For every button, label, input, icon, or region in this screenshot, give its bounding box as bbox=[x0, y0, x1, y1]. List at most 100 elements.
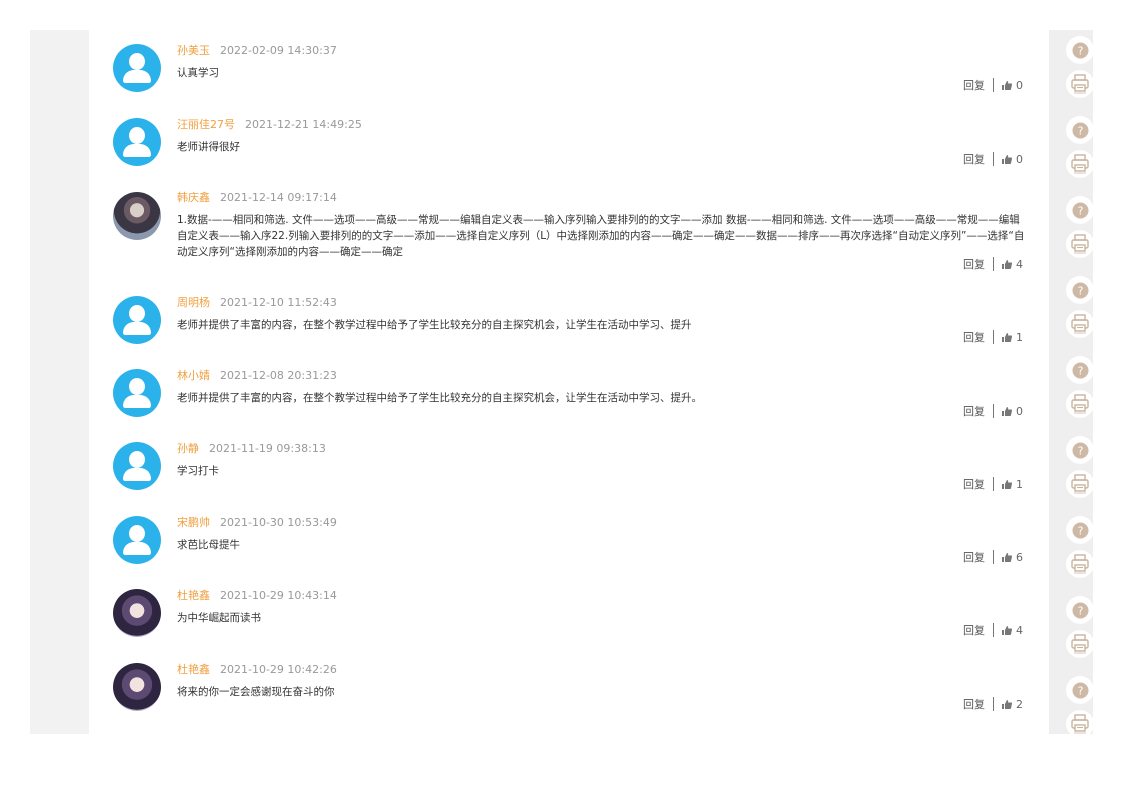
help-icon[interactable]: ? bbox=[1066, 356, 1094, 384]
comment-time: 2022-02-09 14:30:37 bbox=[220, 44, 337, 57]
print-icon[interactable] bbox=[1066, 470, 1094, 498]
avatar[interactable] bbox=[113, 663, 161, 711]
comment-list: 孙美玉 2022-02-09 14:30:37 认真学习 回复 0 汪丽佳27号 20… bbox=[89, 30, 1034, 734]
like-count: 0 bbox=[1016, 78, 1023, 92]
reply-button[interactable]: 回复 bbox=[963, 329, 985, 345]
avatar[interactable] bbox=[113, 589, 161, 637]
svg-text:?: ? bbox=[1077, 124, 1083, 137]
print-icon[interactable] bbox=[1066, 710, 1094, 738]
print-icon[interactable] bbox=[1066, 230, 1094, 258]
reply-button[interactable]: 回复 bbox=[963, 151, 985, 167]
divider bbox=[993, 78, 994, 92]
reply-button[interactable]: 回复 bbox=[963, 549, 985, 565]
avatar[interactable] bbox=[113, 369, 161, 417]
like-count: 0 bbox=[1016, 404, 1023, 418]
divider bbox=[993, 152, 994, 166]
like-count: 1 bbox=[1016, 477, 1023, 491]
comment-time: 2021-10-30 10:53:49 bbox=[220, 516, 337, 529]
comment-text: 老师讲得很好 bbox=[177, 141, 240, 153]
avatar[interactable] bbox=[113, 44, 161, 92]
help-icon[interactable]: ? bbox=[1066, 436, 1094, 464]
comment-time: 2021-12-10 11:52:43 bbox=[220, 296, 337, 309]
like-count: 4 bbox=[1016, 623, 1023, 637]
like-icon[interactable] bbox=[1002, 479, 1012, 489]
like-icon[interactable] bbox=[1002, 552, 1012, 562]
comment-author[interactable]: 汪丽佳27号 bbox=[177, 118, 235, 131]
help-icon[interactable]: ? bbox=[1066, 196, 1094, 224]
comment-time: 2021-12-21 14:49:25 bbox=[245, 118, 362, 131]
comment-time: 2021-10-29 10:42:26 bbox=[220, 663, 337, 676]
avatar[interactable] bbox=[113, 192, 161, 240]
divider bbox=[993, 404, 994, 418]
divider bbox=[993, 330, 994, 344]
like-icon[interactable] bbox=[1002, 80, 1012, 90]
print-icon[interactable] bbox=[1066, 390, 1094, 418]
reply-button[interactable]: 回复 bbox=[963, 403, 985, 419]
like-icon[interactable] bbox=[1002, 332, 1012, 342]
reply-button[interactable]: 回复 bbox=[963, 77, 985, 93]
comment-author[interactable]: 杜艳鑫 bbox=[177, 589, 210, 602]
divider bbox=[993, 477, 994, 491]
divider bbox=[993, 257, 994, 271]
comment-time: 2021-11-19 09:38:13 bbox=[209, 442, 326, 455]
avatar[interactable] bbox=[113, 296, 161, 344]
svg-text:?: ? bbox=[1077, 444, 1083, 457]
side-toolbar: ????????? bbox=[1066, 36, 1094, 738]
help-icon[interactable]: ? bbox=[1066, 676, 1094, 704]
comment-author[interactable]: 周明杨 bbox=[177, 296, 210, 309]
like-icon[interactable] bbox=[1002, 154, 1012, 164]
comment-time: 2021-12-08 20:31:23 bbox=[220, 369, 337, 382]
svg-text:?: ? bbox=[1077, 604, 1083, 617]
comment-author[interactable]: 杜艳鑫 bbox=[177, 663, 210, 676]
like-icon[interactable] bbox=[1002, 625, 1012, 635]
help-icon[interactable]: ? bbox=[1066, 116, 1094, 144]
svg-text:?: ? bbox=[1077, 684, 1083, 697]
help-icon[interactable]: ? bbox=[1066, 516, 1094, 544]
svg-text:?: ? bbox=[1077, 204, 1083, 217]
divider bbox=[993, 697, 994, 711]
svg-text:?: ? bbox=[1077, 44, 1083, 57]
comment-author[interactable]: 韩庆鑫 bbox=[177, 191, 210, 204]
reply-button[interactable]: 回复 bbox=[963, 256, 985, 272]
comment-text: 学习打卡 bbox=[177, 465, 219, 477]
comment-author[interactable]: 宋鹏帅 bbox=[177, 516, 210, 529]
avatar[interactable] bbox=[113, 442, 161, 490]
print-icon[interactable] bbox=[1066, 150, 1094, 178]
help-icon[interactable]: ? bbox=[1066, 36, 1094, 64]
comment-author[interactable]: 孙美玉 bbox=[177, 44, 210, 57]
help-icon[interactable]: ? bbox=[1066, 596, 1094, 624]
reply-button[interactable]: 回复 bbox=[963, 622, 985, 638]
svg-text:?: ? bbox=[1077, 364, 1083, 377]
comment-time: 2021-10-29 10:43:14 bbox=[220, 589, 337, 602]
avatar[interactable] bbox=[113, 118, 161, 166]
comment-text: 1.数据-——相同和筛选. 文件——选项——高级——常规——编辑自定义表——输入… bbox=[177, 214, 1025, 258]
like-count: 0 bbox=[1016, 152, 1023, 166]
svg-text:?: ? bbox=[1077, 524, 1083, 537]
like-icon[interactable] bbox=[1002, 406, 1012, 416]
comment-time: 2021-12-14 09:17:14 bbox=[220, 191, 337, 204]
comment-author[interactable]: 孙静 bbox=[177, 442, 199, 455]
print-icon[interactable] bbox=[1066, 70, 1094, 98]
like-icon[interactable] bbox=[1002, 259, 1012, 269]
comment-text: 老师并提供了丰富的内容，在整个教学过程中给予了学生比较充分的自主探究机会，让学生… bbox=[177, 319, 692, 331]
reply-button[interactable]: 回复 bbox=[963, 476, 985, 492]
left-gutter bbox=[30, 30, 89, 734]
like-icon[interactable] bbox=[1002, 699, 1012, 709]
like-count: 2 bbox=[1016, 697, 1023, 711]
print-icon[interactable] bbox=[1066, 310, 1094, 338]
divider bbox=[993, 550, 994, 564]
like-count: 1 bbox=[1016, 330, 1023, 344]
comment-text: 老师并提供了丰富的内容，在整个教学过程中给予了学生比较充分的自主探究机会，让学生… bbox=[177, 392, 702, 404]
print-icon[interactable] bbox=[1066, 630, 1094, 658]
help-icon[interactable]: ? bbox=[1066, 276, 1094, 304]
like-count: 4 bbox=[1016, 257, 1023, 271]
like-count: 6 bbox=[1016, 550, 1023, 564]
comment-text: 认真学习 bbox=[177, 67, 219, 79]
print-icon[interactable] bbox=[1066, 550, 1094, 578]
comment-text: 将来的你一定会感谢现在奋斗的你 bbox=[177, 686, 335, 698]
reply-button[interactable]: 回复 bbox=[963, 696, 985, 712]
comment-author[interactable]: 林小婧 bbox=[177, 369, 210, 382]
svg-text:?: ? bbox=[1077, 284, 1083, 297]
comment-text: 求芭比母提牛 bbox=[177, 539, 240, 551]
avatar[interactable] bbox=[113, 516, 161, 564]
